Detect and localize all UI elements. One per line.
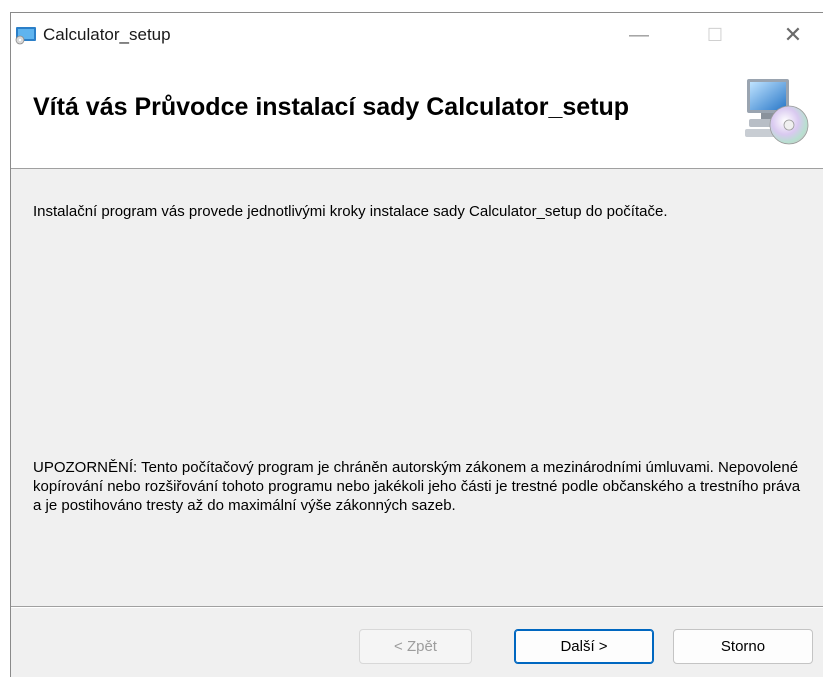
minimize-button[interactable]: — — [609, 13, 669, 57]
close-icon: ✕ — [783, 22, 803, 47]
computer-cd-icon — [743, 75, 809, 147]
installer-app-icon — [15, 25, 37, 45]
next-button[interactable]: Další > — [514, 629, 654, 664]
cancel-button[interactable]: Storno — [673, 629, 813, 664]
back-button[interactable]: < Zpět — [359, 629, 472, 664]
close-button[interactable]: ✕ — [763, 13, 823, 57]
copyright-notice: UPOZORNĚNÍ: Tento počítačový program je … — [33, 459, 801, 514]
maximize-button[interactable]: ☐ — [685, 13, 745, 57]
wizard-content: Instalační program vás provede jednotliv… — [11, 170, 823, 606]
footer-divider — [11, 606, 823, 608]
window-title: Calculator_setup — [43, 25, 171, 44]
installer-window: Calculator_setup — ☐ ✕ Vítá vás Průvodce… — [10, 12, 823, 677]
title-bar[interactable]: Calculator_setup — ☐ ✕ — [11, 13, 823, 57]
page-title: Vítá vás Průvodce instalací sady Calcula… — [33, 93, 630, 121]
intro-text: Instalační program vás provede jednotliv… — [33, 203, 668, 220]
minimize-icon: — — [629, 23, 649, 46]
wizard-header: Vítá vás Průvodce instalací sady Calcula… — [11, 57, 823, 169]
maximize-icon: ☐ — [706, 24, 724, 45]
